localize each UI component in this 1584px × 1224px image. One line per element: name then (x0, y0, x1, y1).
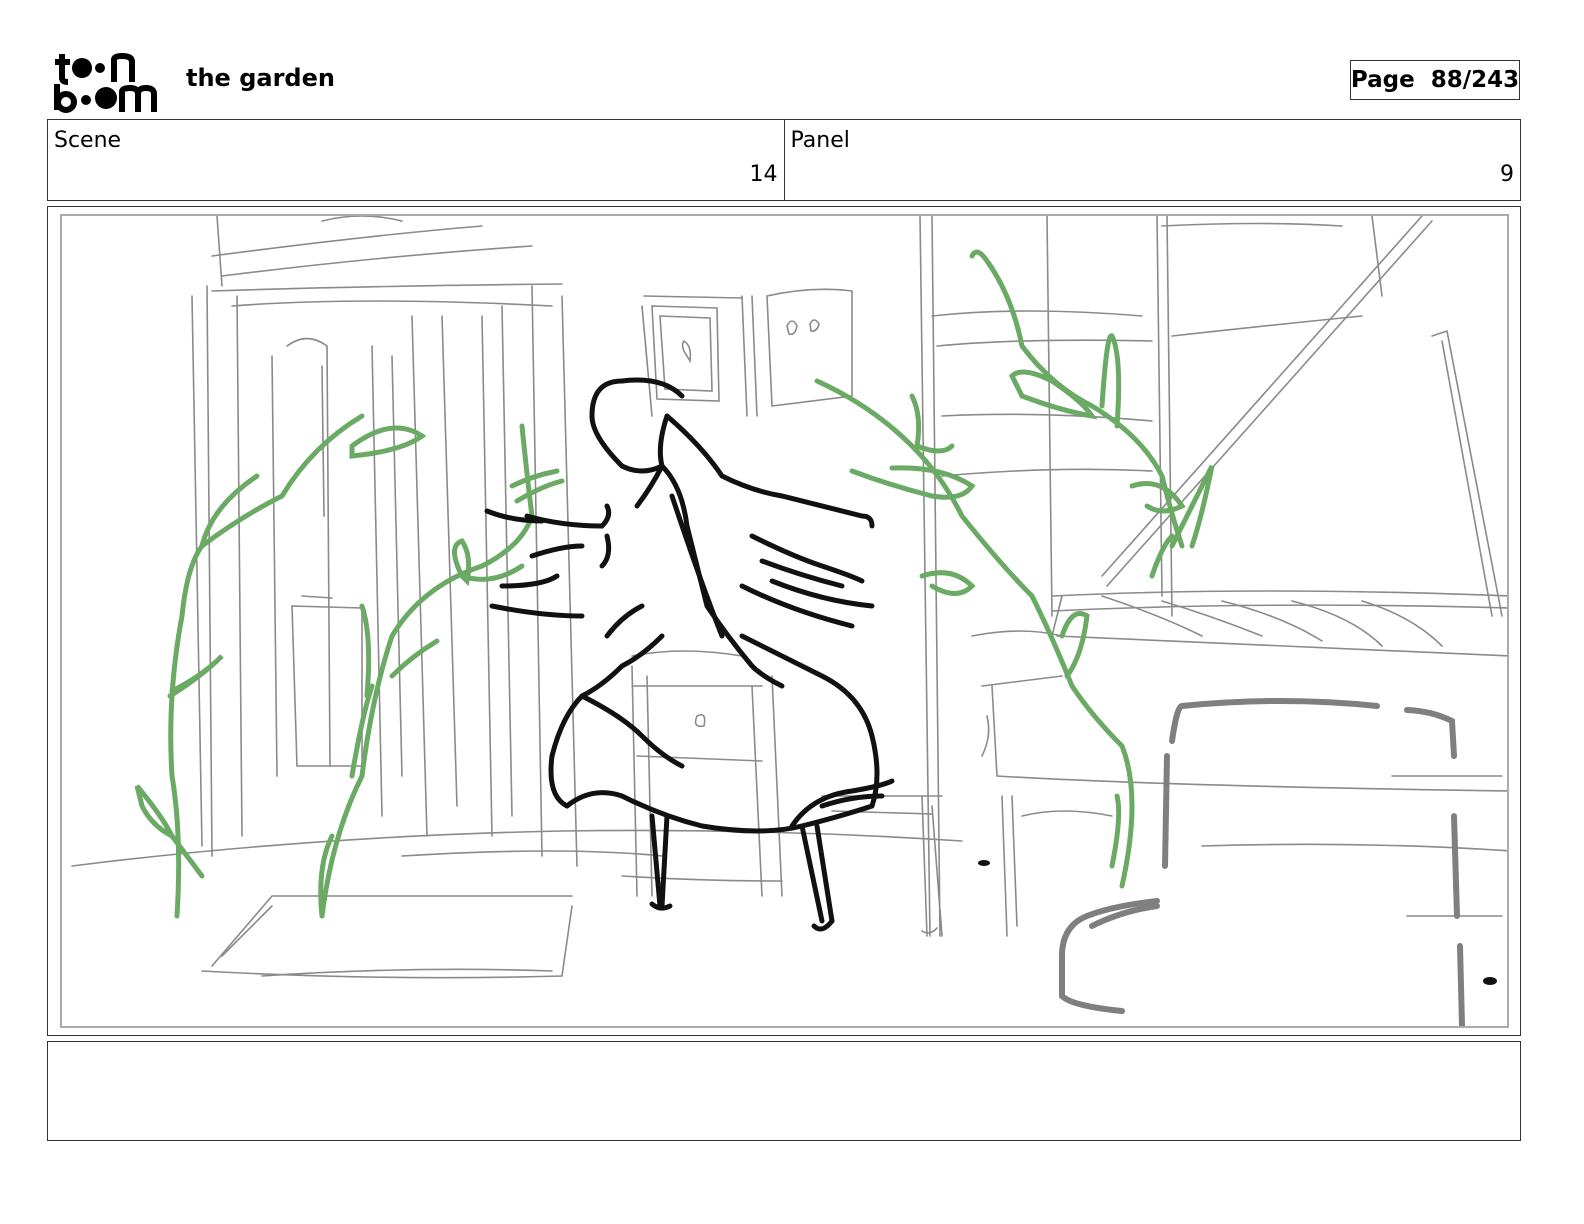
small-marks (978, 860, 1497, 985)
panel-label: Panel (790, 128, 850, 153)
scene-panel-info: Scene 14 Panel 9 (47, 119, 1521, 201)
page-label: Page (1350, 67, 1415, 93)
toon-boom-logo (50, 50, 166, 114)
scene-value: 14 (749, 162, 778, 187)
panel-notes (47, 1041, 1521, 1141)
scene-label: Scene (54, 128, 122, 153)
page-number: 88/243 (1430, 67, 1520, 93)
panel-cell: Panel 9 (783, 120, 1521, 200)
scene-cell: Scene 14 (48, 120, 784, 200)
page-indicator: Page 88/243 (1350, 60, 1520, 100)
toon-boom-logo-mark (54, 52, 157, 113)
panel-drawing (60, 214, 1509, 1028)
storyboard-sketch (71, 216, 1507, 1026)
project-title: the garden (186, 64, 335, 92)
figure-sketch (484, 377, 895, 932)
panel-value: 9 (1500, 162, 1514, 187)
background-sketch (71, 216, 1507, 979)
